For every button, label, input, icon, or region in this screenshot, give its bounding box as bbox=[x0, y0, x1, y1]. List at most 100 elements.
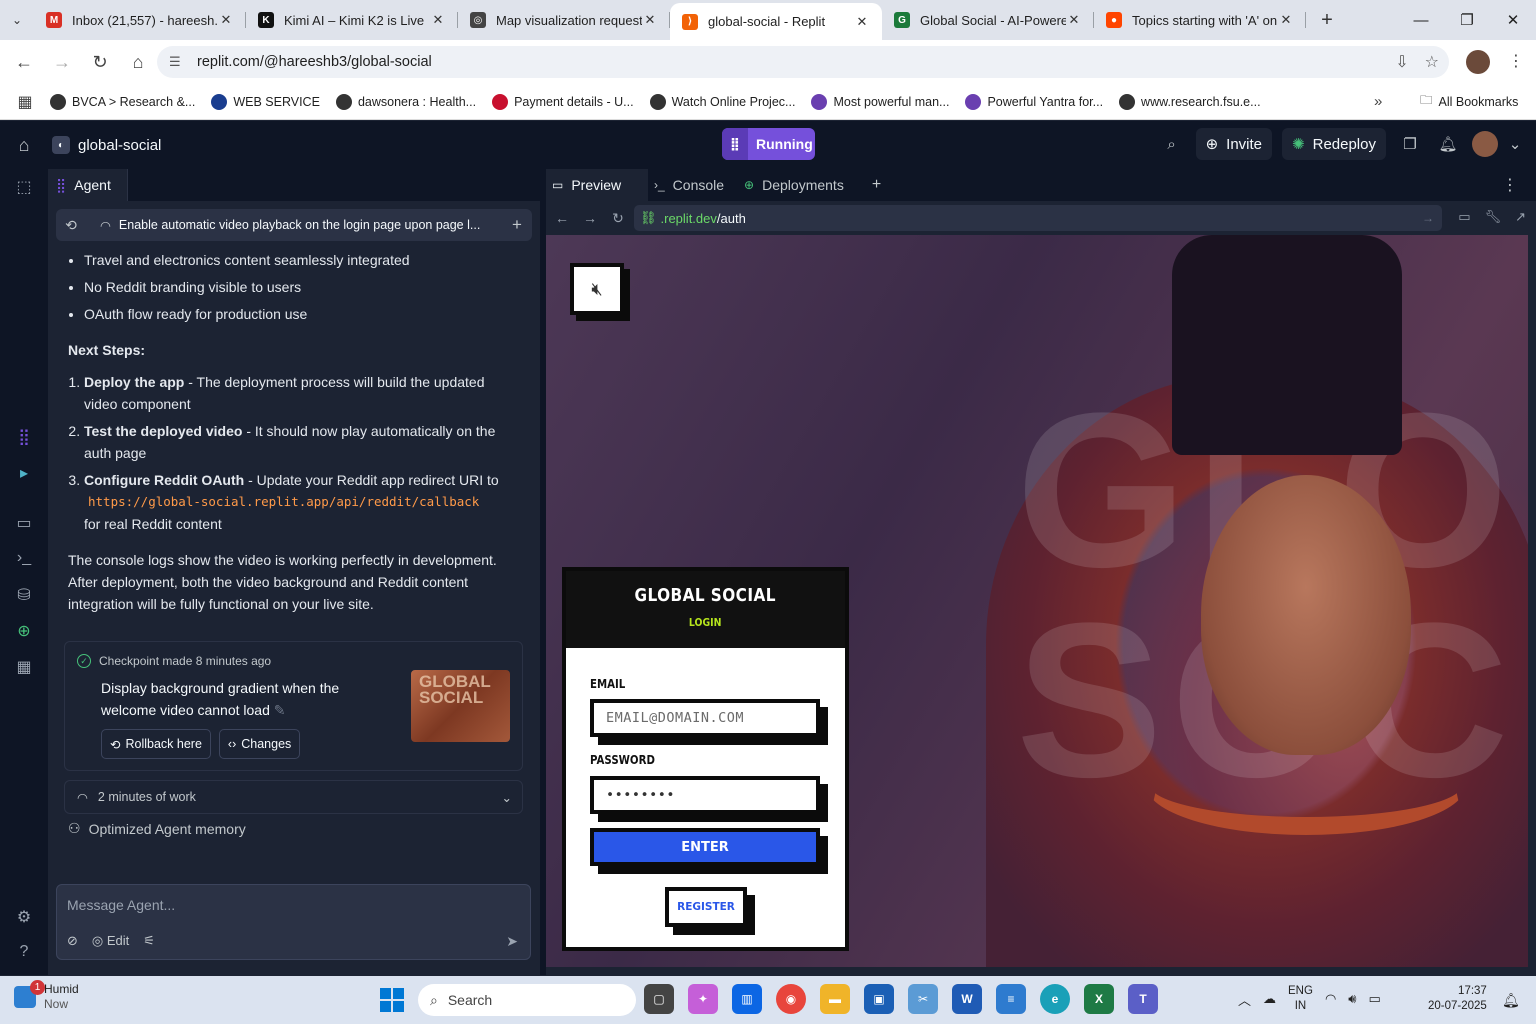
chevron-down-icon[interactable]: ⌄ bbox=[1508, 128, 1522, 160]
checkpoint-thumbnail[interactable]: GLOBAL SOCIAL bbox=[411, 670, 510, 742]
bookmark-item[interactable]: Most powerful man... bbox=[811, 93, 949, 110]
bookmark-item[interactable]: Watch Online Projec... bbox=[649, 93, 795, 110]
redeploy-button[interactable]: ✺ Redeploy bbox=[1282, 128, 1386, 160]
notepad-icon[interactable]: ≡ bbox=[996, 984, 1026, 1014]
apps-grid-icon[interactable]: ▦ bbox=[0, 92, 50, 112]
close-tab-icon[interactable]: ✕ bbox=[642, 12, 658, 28]
all-tools-icon[interactable]: ▦ bbox=[0, 657, 48, 677]
preview-reload-icon[interactable]: ↻ bbox=[604, 210, 632, 227]
new-tab-button[interactable]: + bbox=[1312, 3, 1342, 37]
tab-agent[interactable]: ⣿ Agent bbox=[48, 169, 128, 201]
message-composer[interactable]: Message Agent... ⊘ ◎ Edit ⚟ ➤ bbox=[56, 884, 531, 960]
tab-console[interactable]: ›_ Console bbox=[648, 169, 738, 201]
register-button[interactable]: REGISTER bbox=[665, 887, 747, 927]
wifi-icon[interactable]: ◠ bbox=[1325, 991, 1336, 1007]
file-explorer-icon[interactable]: ▬ bbox=[820, 984, 850, 1014]
install-app-icon[interactable]: ⇩ bbox=[1395, 52, 1408, 72]
bookmark-item[interactable]: BVCA > Research &... bbox=[50, 93, 195, 110]
volume-icon[interactable]: 🔊︎ bbox=[1348, 991, 1356, 1007]
close-tab-icon[interactable]: ✕ bbox=[1066, 12, 1082, 28]
minimize-icon[interactable]: — bbox=[1398, 0, 1444, 40]
webview-rail-icon[interactable]: ▭ bbox=[0, 513, 48, 533]
excel-icon[interactable]: X bbox=[1084, 984, 1114, 1014]
store-icon[interactable]: ▣ bbox=[864, 984, 894, 1014]
add-tab-icon[interactable]: + bbox=[872, 176, 881, 194]
new-chat-icon[interactable]: + bbox=[502, 215, 532, 235]
shell-rail-icon[interactable]: ›_ bbox=[0, 549, 48, 567]
taskbar-search[interactable]: ⌕ Search bbox=[418, 984, 636, 1016]
user-avatar[interactable] bbox=[1472, 131, 1498, 157]
copy-icon[interactable]: ❐ bbox=[1396, 128, 1424, 160]
preview-forward-icon[interactable]: → bbox=[576, 210, 604, 226]
preview-back-icon[interactable]: ← bbox=[548, 210, 576, 226]
teams-icon[interactable]: T bbox=[1128, 984, 1158, 1014]
snipping-tool-icon[interactable]: ✂ bbox=[908, 984, 938, 1014]
site-info-icon[interactable]: ☰ bbox=[169, 54, 187, 70]
language-indicator[interactable]: ENG IN bbox=[1288, 984, 1313, 1014]
attach-icon[interactable]: ⊘ bbox=[67, 933, 78, 949]
weather-widget[interactable]: 1 Humid Now bbox=[14, 980, 79, 1012]
close-window-icon[interactable]: ✕ bbox=[1490, 0, 1536, 40]
files-icon[interactable]: ⬚ bbox=[0, 177, 48, 197]
edit-button[interactable]: ◎ Edit bbox=[92, 933, 129, 949]
tab-preview[interactable]: ▭ Preview bbox=[546, 169, 648, 201]
edge-icon[interactable]: e bbox=[1040, 984, 1070, 1014]
notifications-icon[interactable]: 🔔︎ bbox=[1434, 128, 1462, 160]
mute-toggle-icon[interactable]: 🔇︎ bbox=[570, 263, 624, 315]
maximize-icon[interactable]: ❐ bbox=[1444, 0, 1490, 40]
browser-tab[interactable]: ● Topics starting with 'A' on ✕ bbox=[1094, 3, 1306, 37]
battery-icon[interactable]: ▭ bbox=[1368, 991, 1380, 1007]
task-view-icon[interactable]: ▢ bbox=[644, 984, 674, 1014]
word-icon[interactable]: W bbox=[952, 984, 982, 1014]
onedrive-icon[interactable]: ☁ bbox=[1263, 991, 1276, 1007]
invite-button[interactable]: ⊕ Invite bbox=[1195, 128, 1273, 160]
preview-rail-icon[interactable]: ▸ bbox=[0, 463, 48, 483]
replit-home-icon[interactable]: ⌂ bbox=[0, 135, 48, 156]
agent-rail-icon[interactable]: ⣿ bbox=[0, 427, 48, 447]
more-bookmarks-icon[interactable]: » bbox=[1374, 93, 1382, 110]
work-summary[interactable]: ◠ 2 minutes of work ⌄ bbox=[64, 780, 523, 814]
browser-tab[interactable]: G Global Social - AI-Powered ✕ bbox=[882, 3, 1094, 37]
forward-icon[interactable]: → bbox=[44, 44, 80, 80]
close-tab-icon[interactable]: ✕ bbox=[1278, 12, 1294, 28]
changes-button[interactable]: ‹› Changes bbox=[218, 729, 301, 759]
help-icon[interactable]: ? bbox=[0, 943, 48, 961]
home-icon[interactable]: ⌂ bbox=[120, 44, 156, 80]
tab-deployments[interactable]: ⊕ Deployments bbox=[738, 169, 858, 201]
project-selector[interactable]: ◐ global-social bbox=[52, 136, 161, 154]
bookmark-item[interactable]: www.research.fsu.e... bbox=[1119, 93, 1261, 110]
deploy-rail-icon[interactable]: ⊕ bbox=[0, 621, 48, 641]
rollback-button[interactable]: ⟲ Rollback here bbox=[101, 729, 211, 759]
devtools-icon[interactable]: 🔧︎ bbox=[1485, 209, 1502, 225]
search-icon[interactable]: ⌕ bbox=[1158, 128, 1186, 160]
all-bookmarks-button[interactable]: 🗀 All Bookmarks bbox=[1420, 91, 1518, 112]
database-rail-icon[interactable]: ⛁ bbox=[0, 585, 48, 605]
chrome-icon[interactable]: ◉ bbox=[776, 984, 806, 1014]
settings-sliders-icon[interactable]: ⚟ bbox=[143, 933, 155, 949]
preview-url-input[interactable]: ⛓ .replit.dev /auth → bbox=[634, 205, 1442, 231]
profile-avatar[interactable] bbox=[1466, 50, 1490, 74]
bookmark-star-icon[interactable]: ☆ bbox=[1425, 52, 1439, 72]
tray-chevron-icon[interactable]: ︿ bbox=[1238, 990, 1251, 1009]
back-icon[interactable]: ← bbox=[6, 44, 42, 80]
enter-button[interactable]: ENTER bbox=[590, 828, 820, 866]
email-field[interactable]: EMAIL@DOMAIN.COM bbox=[590, 699, 820, 737]
history-icon[interactable]: ⟲ bbox=[56, 217, 86, 234]
bookmark-item[interactable]: WEB SERVICE bbox=[211, 93, 320, 110]
bookmark-item[interactable]: dawsonera : Health... bbox=[335, 93, 476, 110]
copilot-icon[interactable]: ✦ bbox=[688, 984, 718, 1014]
run-button[interactable]: ⣿ Running bbox=[722, 128, 815, 160]
open-new-tab-icon[interactable]: ↗ bbox=[1515, 209, 1526, 225]
close-tab-icon[interactable]: ✕ bbox=[430, 12, 446, 28]
notification-icon[interactable]: 🔔︎ bbox=[1502, 992, 1520, 1009]
browser-tab[interactable]: M Inbox (21,557) - hareesh.b3 ✕ bbox=[34, 3, 246, 37]
pane-menu-icon[interactable]: ⋮ bbox=[1502, 175, 1518, 195]
windows-start-icon[interactable] bbox=[380, 988, 404, 1012]
close-tab-icon[interactable]: ✕ bbox=[218, 12, 234, 28]
go-arrow-icon[interactable]: → bbox=[1422, 211, 1434, 225]
pencil-icon[interactable]: ✎ bbox=[274, 702, 286, 718]
tab-search-dropdown-icon[interactable]: ⌄ bbox=[0, 0, 34, 40]
close-tab-icon[interactable]: ✕ bbox=[854, 14, 870, 30]
browser-tab[interactable]: K Kimi AI – Kimi K2 is Live ✕ bbox=[246, 3, 458, 37]
bookmark-item[interactable]: Powerful Yantra for... bbox=[965, 93, 1103, 110]
